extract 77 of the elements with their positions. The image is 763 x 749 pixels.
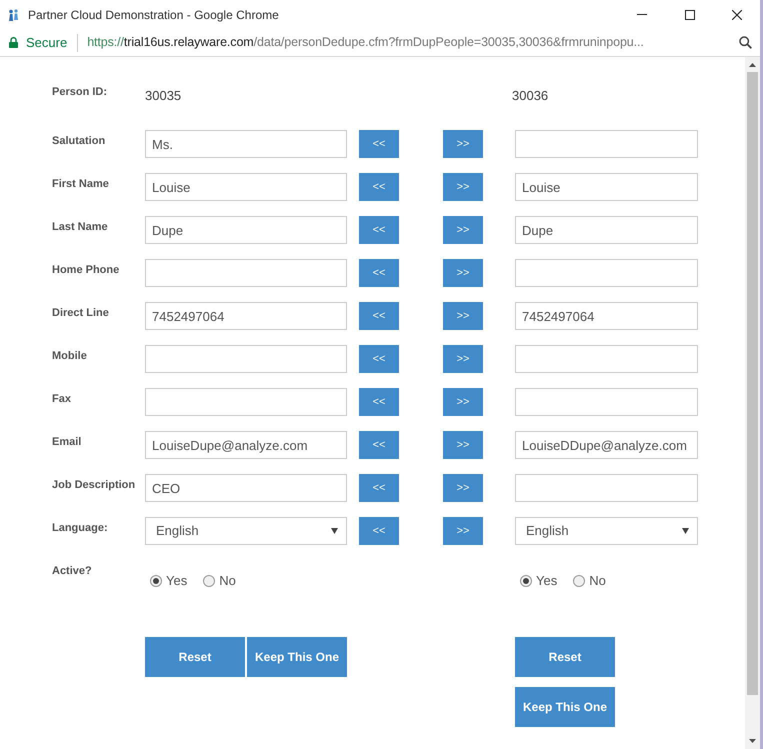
text-field[interactable] (515, 130, 698, 158)
radio-option[interactable]: No (573, 574, 606, 588)
action-button[interactable]: Reset (515, 637, 615, 677)
move-right-button[interactable]: >> (443, 173, 483, 201)
field-label: Direct Line (52, 306, 110, 320)
text-field[interactable]: 7452497064 (515, 302, 698, 330)
move-right-button[interactable]: >> (443, 474, 483, 502)
move-left-button[interactable]: << (359, 517, 399, 545)
action-button[interactable]: Keep This One (515, 687, 615, 727)
text-field[interactable] (515, 345, 698, 373)
move-right-button[interactable]: >> (443, 345, 483, 373)
text-field[interactable]: Ms. (145, 130, 347, 158)
text-field[interactable]: Louise (145, 173, 347, 201)
move-left-button[interactable]: << (359, 431, 399, 459)
text-field[interactable]: 7452497064 (145, 302, 347, 330)
field-label: Person ID: (52, 85, 108, 100)
text-field[interactable] (515, 259, 698, 287)
move-right-button[interactable]: >> (443, 302, 483, 330)
text-field[interactable]: LouiseDupe@analyze.com (145, 431, 347, 459)
field-label: Language: (52, 521, 109, 535)
caret-down-icon (682, 528, 689, 534)
field-label: Last Name (52, 220, 109, 234)
radio-option[interactable]: Yes (520, 574, 558, 588)
radio-option[interactable]: No (203, 574, 236, 588)
move-left-button[interactable]: << (359, 302, 399, 330)
move-right-button[interactable]: >> (443, 388, 483, 416)
text-field[interactable]: CEO (145, 474, 347, 502)
move-left-button[interactable]: << (359, 173, 399, 201)
field-label: First Name (52, 177, 110, 191)
action-button[interactable]: Keep This One (247, 637, 347, 677)
search-icon[interactable] (739, 36, 752, 49)
lock-icon (9, 37, 18, 48)
text-field[interactable] (145, 388, 347, 416)
address-url[interactable]: https://trial16us.relayware.com/data/personDedupe.cfm?frmDupPeople=30035,30036&frmruninpopu... (87, 33, 644, 52)
move-right-button[interactable]: >> (443, 517, 483, 545)
people-icon (8, 8, 19, 20)
dropdown-field[interactable]: English (145, 517, 347, 545)
text-field[interactable] (145, 345, 347, 373)
field-label: Home Phone (52, 263, 120, 277)
field-label: Email (52, 435, 82, 449)
move-right-button[interactable]: >> (443, 431, 483, 459)
action-button[interactable]: Reset (145, 637, 245, 677)
person-id: 30035 (145, 87, 182, 103)
window-title: Partner Cloud Demonstration - Google Chrome (28, 6, 279, 24)
field-label: Salutation (52, 134, 106, 148)
minimize-icon (637, 14, 647, 15)
move-right-button[interactable]: >> (443, 130, 483, 158)
text-field[interactable]: Louise (515, 173, 698, 201)
move-left-button[interactable]: << (359, 345, 399, 373)
text-field[interactable]: Dupe (515, 216, 698, 244)
text-field[interactable] (515, 474, 698, 502)
security-label[interactable]: Secure (26, 32, 68, 52)
text-field[interactable]: Dupe (145, 216, 347, 244)
scrollbar-thumb[interactable] (747, 72, 758, 695)
scroll-up-icon[interactable] (749, 62, 756, 66)
move-right-button[interactable]: >> (443, 216, 483, 244)
field-label: Active? (52, 564, 93, 578)
move-left-button[interactable]: << (359, 259, 399, 287)
scrollbar-track[interactable] (745, 57, 760, 749)
caret-down-icon (331, 528, 338, 534)
radio-option[interactable]: Yes (150, 574, 188, 588)
close-icon (732, 10, 742, 20)
text-field[interactable] (515, 388, 698, 416)
field-label: Mobile (52, 349, 88, 363)
move-left-button[interactable]: << (359, 216, 399, 244)
move-left-button[interactable]: << (359, 388, 399, 416)
move-left-button[interactable]: << (359, 130, 399, 158)
scroll-down-icon[interactable] (749, 739, 756, 743)
person-id: 30036 (512, 87, 548, 103)
maximize-icon (685, 10, 695, 20)
move-right-button[interactable]: >> (443, 259, 483, 287)
text-field[interactable] (145, 259, 347, 287)
field-label: Job Description (52, 478, 136, 492)
move-left-button[interactable]: << (359, 474, 399, 502)
dropdown-field[interactable]: English (515, 517, 698, 545)
field-label: Fax (52, 392, 72, 406)
text-field[interactable]: LouiseDDupe@analyze.com (515, 431, 698, 459)
